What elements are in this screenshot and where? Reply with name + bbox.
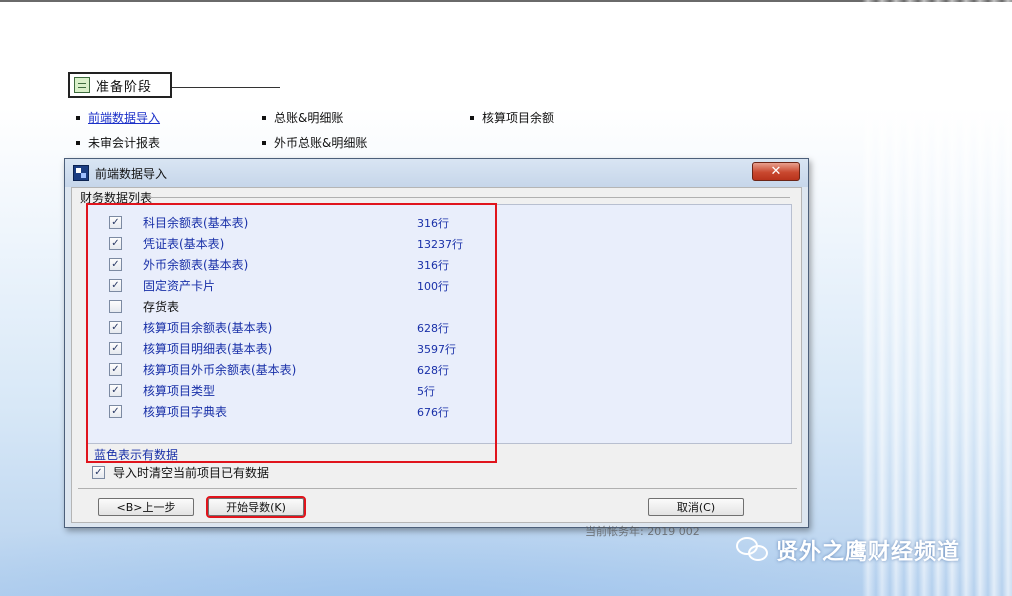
stage-title: 准备阶段 (96, 79, 153, 95)
task-label: 总账&明细账 (274, 111, 344, 125)
bullet-icon (76, 115, 80, 120)
document-icon (74, 77, 90, 93)
task-unaudited-report[interactable]: 未审会计报表 (76, 134, 160, 151)
button-divider (78, 488, 797, 489)
app-icon (73, 165, 89, 181)
clear-data-option[interactable]: ✓ 导入时清空当前项目已有数据 (92, 464, 269, 481)
task-ledger-detail[interactable]: 总账&明细账 (262, 109, 343, 126)
stage-header: 准备阶段 (68, 72, 172, 98)
bullet-icon (262, 140, 266, 145)
dialog-titlebar[interactable]: 前端数据导入 ✕ (65, 159, 808, 187)
highlight-box (86, 203, 497, 463)
bullet-icon (470, 115, 474, 120)
wechat-icon (736, 535, 770, 565)
task-foreign-ledger[interactable]: 外币总账&明细账 (262, 134, 367, 151)
top-border (0, 0, 1012, 2)
watermark-text: 贤外之鹰财经频道 (776, 540, 961, 565)
task-item-balance[interactable]: 核算项目余额 (470, 109, 554, 126)
task-label: 前端数据导入 (88, 111, 161, 125)
task-frontend-import[interactable]: 前端数据导入 (76, 109, 160, 126)
cancel-button[interactable]: 取消(C) (648, 498, 744, 516)
start-import-button[interactable]: 开始导数(K) (206, 496, 306, 518)
background-status-text: 当前帐务年: 2019 002 (585, 525, 700, 538)
task-label: 未审会计报表 (88, 136, 161, 150)
clear-data-checkbox[interactable]: ✓ (92, 466, 105, 479)
stage-divider (172, 87, 280, 88)
watermark: 贤外之鹰财经频道 (736, 534, 960, 566)
clear-data-label: 导入时清空当前项目已有数据 (113, 466, 270, 480)
prev-button[interactable]: <B>上一步 (98, 498, 194, 516)
bullet-icon (76, 140, 80, 145)
dialog-title: 前端数据导入 (95, 166, 168, 181)
task-label: 外币总账&明细账 (274, 136, 368, 150)
task-label: 核算项目余额 (482, 111, 555, 125)
group-divider (150, 197, 790, 198)
close-button[interactable]: ✕ (752, 162, 800, 181)
bullet-icon (262, 115, 266, 120)
